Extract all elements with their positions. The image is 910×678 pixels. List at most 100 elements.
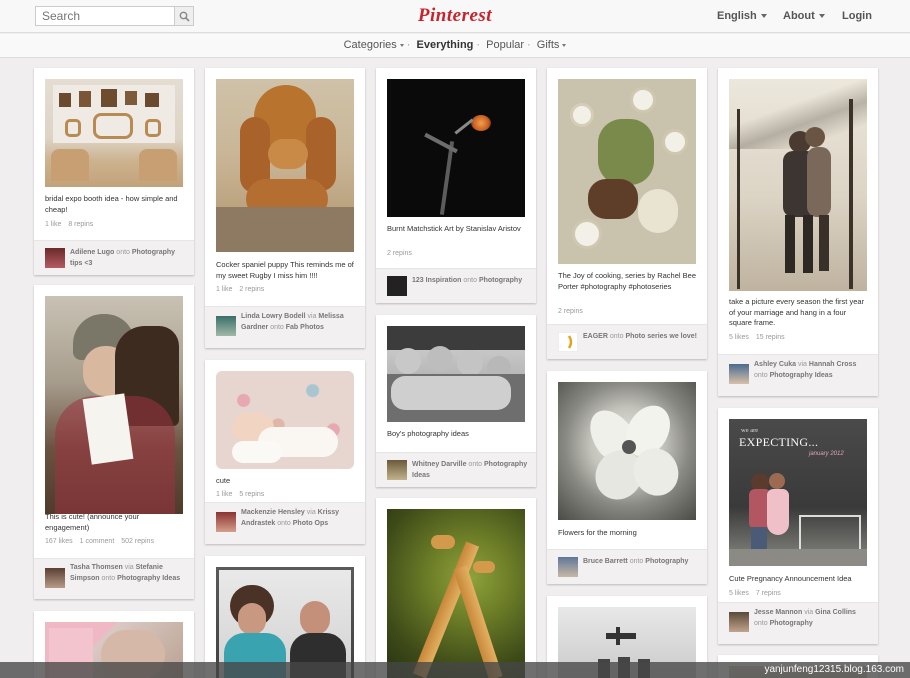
user-name[interactable]: Bruce Barrett: [583, 558, 628, 565]
onto-label: onto: [754, 371, 768, 379]
pin-attribution: Jesse Mannon via Gina Collins onto Photo…: [718, 602, 878, 644]
attribution-text: Adilene Lugo onto Photography tips <3: [70, 248, 186, 269]
pin-image[interactable]: [45, 79, 183, 187]
board-name[interactable]: Fab Photos: [286, 324, 324, 331]
pin-card[interactable]: Boy's photography ideas Whitney Darville…: [376, 315, 536, 487]
avatar[interactable]: [216, 512, 236, 532]
pin-card[interactable]: bridal expo booth idea - how simple and …: [34, 68, 194, 275]
avatar[interactable]: [558, 557, 578, 577]
pin-image[interactable]: [558, 382, 696, 520]
pin-card[interactable]: cute 1 like 5 repins Mackenzie Hensley vi…: [205, 360, 365, 544]
avatar[interactable]: [387, 460, 407, 480]
avatar[interactable]: [729, 612, 749, 632]
user-name[interactable]: Tasha Thomsen: [70, 564, 123, 571]
via-user-name[interactable]: Hannah Cross: [809, 361, 856, 368]
board-name[interactable]: Photography Ideas: [770, 372, 833, 379]
pin-image[interactable]: [45, 296, 183, 514]
popular-link[interactable]: Popular: [486, 34, 524, 56]
pin-description: The Joy of cooking, series by Rachel Bee…: [558, 271, 696, 291]
pin-image[interactable]: [387, 79, 525, 217]
about-menu[interactable]: About: [783, 10, 825, 22]
avatar[interactable]: [45, 568, 65, 588]
attribution-text: Tasha Thomsen via Stefanie Simpson onto …: [70, 563, 186, 584]
pin-image[interactable]: [387, 326, 525, 422]
everything-link[interactable]: Everything: [417, 34, 474, 56]
attribution-text: EAGER onto Photo series we love!: [583, 332, 699, 343]
avatar[interactable]: [729, 364, 749, 384]
repins-count: 2 repins: [558, 308, 583, 315]
pin-image[interactable]: [216, 371, 354, 469]
pin-image[interactable]: [729, 79, 867, 291]
pin-card[interactable]: Flowers for the morning Bruce Barrett on…: [547, 371, 707, 584]
user-name[interactable]: Whitney Darville: [412, 461, 466, 468]
board-name[interactable]: Photo Ops: [293, 520, 328, 527]
search-button[interactable]: [174, 6, 194, 26]
pin-image[interactable]: [387, 509, 525, 678]
onto-label: onto: [116, 249, 130, 256]
via-user-name[interactable]: Gina Collins: [815, 609, 856, 616]
board-name[interactable]: Photo series we love!: [625, 333, 697, 340]
user-name[interactable]: Ashley Cuka: [754, 361, 796, 368]
repins-count: 15 repins: [755, 334, 785, 341]
watermark: yanjunfeng12315.blog.163.com: [0, 662, 910, 678]
user-name[interactable]: Adilene Lugo: [70, 249, 114, 256]
pin-stats: 1 like 2 repins: [216, 286, 354, 293]
repins-count: 2 repins: [239, 286, 265, 293]
pin-card[interactable]: we are EXPECTING... january 2012 Cute Pr…: [718, 408, 878, 644]
chalkboard-text: we are: [741, 427, 759, 434]
user-name[interactable]: Linda Lowry Bodell: [241, 313, 306, 320]
pin-card[interactable]: take a picture every season the first ye…: [718, 68, 878, 396]
pin-description: This is cute! (announce your engagement): [45, 512, 140, 532]
onto-label: onto: [754, 619, 768, 627]
user-name[interactable]: 123 Inspiration: [412, 277, 461, 284]
language-label: English: [717, 10, 757, 22]
gifts-menu[interactable]: Gifts: [537, 34, 567, 56]
pin-image[interactable]: we are EXPECTING... january 2012: [729, 419, 867, 566]
pin-card[interactable]: This is cute! (announce your engagement)…: [34, 285, 194, 599]
board-name[interactable]: Photography Ideas: [117, 575, 180, 582]
board-name[interactable]: Photography: [770, 620, 813, 627]
search-input[interactable]: [35, 6, 175, 26]
onto-label: onto: [277, 519, 291, 527]
pin-image[interactable]: [216, 79, 354, 252]
chevron-down-icon: [399, 43, 404, 47]
pin-attribution: Adilene Lugo onto Photography tips <3: [34, 240, 194, 275]
separator: ·: [406, 39, 411, 51]
avatar[interactable]: [216, 316, 236, 336]
pin-card[interactable]: [205, 556, 365, 678]
likes-count: 1 like: [216, 491, 233, 498]
board-name[interactable]: Photography: [645, 558, 688, 565]
categories-menu[interactable]: Categories: [344, 34, 404, 56]
pin-attribution: Linda Lowry Bodell via Melissa Gardner o…: [205, 306, 365, 348]
gifts-label: Gifts: [536, 39, 560, 51]
pin-image[interactable]: [558, 79, 696, 264]
pin-description: take a picture every season the first ye…: [729, 297, 865, 327]
user-name[interactable]: EAGER: [583, 333, 608, 340]
avatar[interactable]: [45, 248, 65, 268]
user-name[interactable]: Mackenzie Hensley: [241, 509, 305, 516]
via-label: via: [307, 313, 317, 320]
user-name[interactable]: Jesse Mannon: [754, 609, 802, 616]
language-menu[interactable]: English: [717, 10, 767, 22]
avatar[interactable]: [387, 276, 407, 296]
avatar[interactable]: [558, 332, 578, 352]
repins-count: 502 repins: [121, 538, 154, 545]
pin-attribution: EAGER onto Photo series we love!: [547, 324, 707, 359]
chalkboard-title: EXPECTING...: [739, 435, 819, 449]
attribution-text: Jesse Mannon via Gina Collins onto Photo…: [754, 608, 870, 629]
pin-card[interactable]: [376, 498, 536, 678]
repins-count: 7 repins: [755, 590, 781, 597]
board-name[interactable]: Photography: [479, 277, 522, 284]
pin-stats: 5 likes 7 repins: [729, 590, 867, 597]
pin-description: Burnt Matchstick Art by Stanislav Aristo…: [387, 224, 521, 233]
pin-stats: 1 like 5 repins: [216, 491, 354, 498]
pin-card[interactable]: Cocker spaniel puppy This reminds me of …: [205, 68, 365, 348]
pin-card[interactable]: The Joy of cooking, series by Rachel Bee…: [547, 68, 707, 359]
attribution-text: Ashley Cuka via Hannah Cross onto Photog…: [754, 360, 870, 381]
comments-count: 1 comment: [79, 538, 115, 545]
login-link[interactable]: Login: [842, 10, 872, 22]
chevron-down-icon: [760, 14, 767, 19]
chevron-down-icon: [562, 43, 567, 47]
pin-description: Flowers for the morning: [558, 528, 637, 537]
pin-card[interactable]: Burnt Matchstick Art by Stanislav Aristo…: [376, 68, 536, 303]
